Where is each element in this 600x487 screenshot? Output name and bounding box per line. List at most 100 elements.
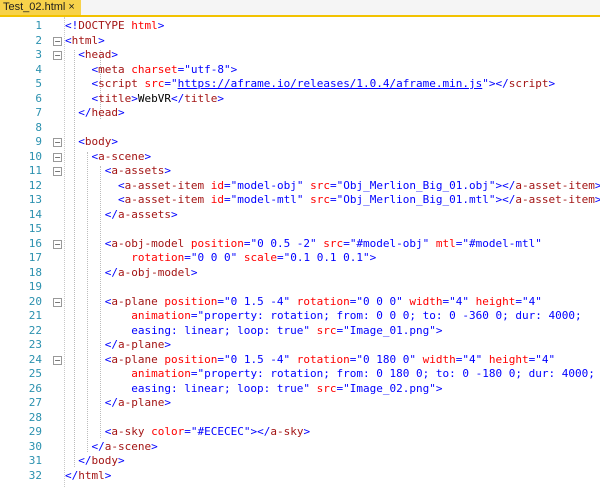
code-punctuation: </: [65, 439, 105, 453]
collapse-icon[interactable]: −: [53, 355, 62, 365]
code-punctuation: </: [65, 454, 92, 467]
code-line[interactable]: 3 − <head>: [0, 48, 600, 63]
code-line[interactable]: 18 </a-obj-model>: [0, 266, 600, 281]
code-line[interactable]: 20 − <a-plane position="0 1.5 -4" rotatio…: [0, 295, 600, 310]
code-tag-name: script: [508, 77, 549, 90]
code-line[interactable]: 5 <script src="https://aframe.io/release…: [0, 77, 600, 92]
code-punctuation: >: [111, 48, 118, 61]
code-attribute: rotation: [290, 294, 350, 308]
code-punctuation: =: [343, 236, 350, 250]
code-line[interactable]: 12 <a-asset-item id="model-obj" src="Obj…: [0, 179, 600, 194]
line-number: 14: [28, 207, 42, 221]
code-line[interactable]: 27 </a-plane>: [0, 396, 600, 411]
code-punctuation: "></: [482, 77, 509, 90]
code-line[interactable]: 10 − <a-scene>: [0, 150, 600, 165]
code-punctuation: >: [594, 178, 600, 192]
code-line[interactable]: 4 <meta charset="utf-8">: [0, 63, 600, 78]
code-attribute: charset: [124, 62, 178, 76]
code-line[interactable]: 26 easing: linear; loop: true" src="Imag…: [0, 382, 600, 397]
line-number: 5: [35, 77, 42, 90]
code-line[interactable]: 8: [0, 121, 600, 136]
code-punctuation: </: [65, 265, 118, 279]
code-tag-name: a-obj-model: [111, 236, 185, 250]
code-attribute-value: "#model-obj": [349, 236, 430, 250]
code-line[interactable]: 28: [0, 411, 600, 426]
code-line[interactable]: 6 <title>WebVR</title>: [0, 92, 600, 107]
collapse-icon[interactable]: −: [53, 239, 62, 249]
code-attribute-value: "0 0 0": [190, 251, 238, 264]
code-line[interactable]: 21 animation="property: rotation; from: …: [0, 309, 600, 324]
code-line[interactable]: 9 − <body>: [0, 135, 600, 150]
code-line[interactable]: 22 easing: linear; loop: true" src="Imag…: [0, 324, 600, 339]
code-line[interactable]: 11 − <a-assets>: [0, 164, 600, 179]
code-line[interactable]: 7 </head>: [0, 106, 600, 121]
line-number: 8: [35, 120, 42, 134]
code-punctuation: ></: [250, 425, 271, 438]
code-attribute: height: [469, 294, 516, 308]
code-line[interactable]: 17 rotation="0 0 0" scale="0.1 0.1 0.1">: [0, 251, 600, 266]
code-line[interactable]: 13 <a-asset-item id="model-mtl" src="Obj…: [0, 193, 600, 208]
code-text: WebVR: [137, 91, 171, 105]
code-punctuation: >: [131, 91, 138, 105]
code-line[interactable]: 14 </a-assets>: [0, 208, 600, 223]
collapse-icon[interactable]: −: [53, 36, 62, 46]
collapse-icon[interactable]: −: [53, 297, 62, 307]
collapse-icon[interactable]: −: [53, 51, 62, 60]
tab-test-02-html[interactable]: Test_02.html ×: [0, 0, 81, 15]
code-tag-name: body: [84, 135, 112, 148]
code-punctuation: >: [303, 425, 311, 438]
line-number: 25: [28, 367, 42, 380]
code-attribute-value: "Image_01.png": [343, 323, 436, 337]
code-tag-name: html: [78, 468, 105, 482]
code-attribute-value: "model-obj": [230, 178, 304, 192]
code-line[interactable]: 24 − <a-plane position="0 1.5 -4" rotatio…: [0, 353, 600, 368]
code-line[interactable]: 23 </a-plane>: [0, 338, 600, 353]
collapse-icon[interactable]: −: [53, 138, 62, 147]
code-line[interactable]: 32 </html>: [0, 469, 600, 484]
code-tag-name: script: [98, 77, 138, 90]
code-tag-name: a-plane: [117, 396, 165, 409]
code-line[interactable]: 15: [0, 222, 600, 237]
code-attribute: scale: [237, 251, 277, 264]
code-punctuation: =: [217, 294, 224, 308]
code-tag-name: a-assets: [111, 164, 165, 177]
code-text-line: <script src="https://aframe.io/releases/…: [65, 77, 555, 92]
code-punctuation: >: [157, 19, 165, 32]
code-tag-name: a-asset-item: [124, 193, 205, 206]
code-tag-name: a-plane: [111, 352, 158, 366]
code-tag-name: a-asset-item: [515, 193, 595, 206]
code-attribute-value: "Image_02.png": [343, 381, 436, 395]
line-number: 2: [35, 33, 42, 47]
code-line[interactable]: 31 </body>: [0, 454, 600, 469]
collapse-icon[interactable]: −: [53, 152, 62, 162]
code-line[interactable]: 19: [0, 280, 600, 295]
close-icon[interactable]: ×: [68, 0, 74, 15]
code-line[interactable]: 1 <!DOCTYPE html>: [0, 19, 600, 34]
code-attribute-value: "0 0.5 -2": [250, 236, 317, 250]
line-number: 21: [28, 309, 42, 322]
code-punctuation: <: [65, 236, 112, 250]
code-line[interactable]: 30 </a-scene>: [0, 440, 600, 455]
code-editor[interactable]: 1 <!DOCTYPE html> 2− <html> 3− <head> 4 <meta…: [0, 17, 600, 487]
code-tag-name: a-assets: [117, 207, 171, 221]
code-punctuation: =: [329, 178, 337, 192]
code-tag-name: html: [71, 33, 99, 47]
code-punctuation: <: [65, 48, 85, 61]
code-punctuation: <: [65, 178, 125, 192]
code-text-line: <a-plane position="0 1.5 -4" rotation="0…: [65, 353, 555, 368]
code-punctuation: >: [594, 193, 600, 206]
code-tag-name: a-plane: [117, 338, 165, 351]
code-text-line: animation="property: rotation; from: 0 1…: [65, 367, 595, 382]
code-line[interactable]: 25 animation="property: rotation; from: …: [0, 367, 600, 382]
code-line[interactable]: 16 − <a-obj-model position = "0 0.5 -2" src…: [0, 237, 600, 252]
code-tag-name: a-scene: [104, 439, 152, 453]
code-line[interactable]: 2 − <html>: [0, 34, 600, 49]
code-line[interactable]: 29 <a-sky color="#ECECEC"></a-sky>: [0, 425, 600, 440]
collapse-icon[interactable]: −: [53, 167, 62, 176]
code-punctuation: </: [65, 396, 118, 409]
code-tag-name: head: [91, 106, 119, 119]
tab-title: Test_02.html: [3, 1, 66, 13]
code-attribute-value: "0.1 0.1 0.1": [283, 251, 370, 264]
code-text-line: <html>: [65, 34, 105, 49]
code-attribute: width: [402, 294, 443, 308]
